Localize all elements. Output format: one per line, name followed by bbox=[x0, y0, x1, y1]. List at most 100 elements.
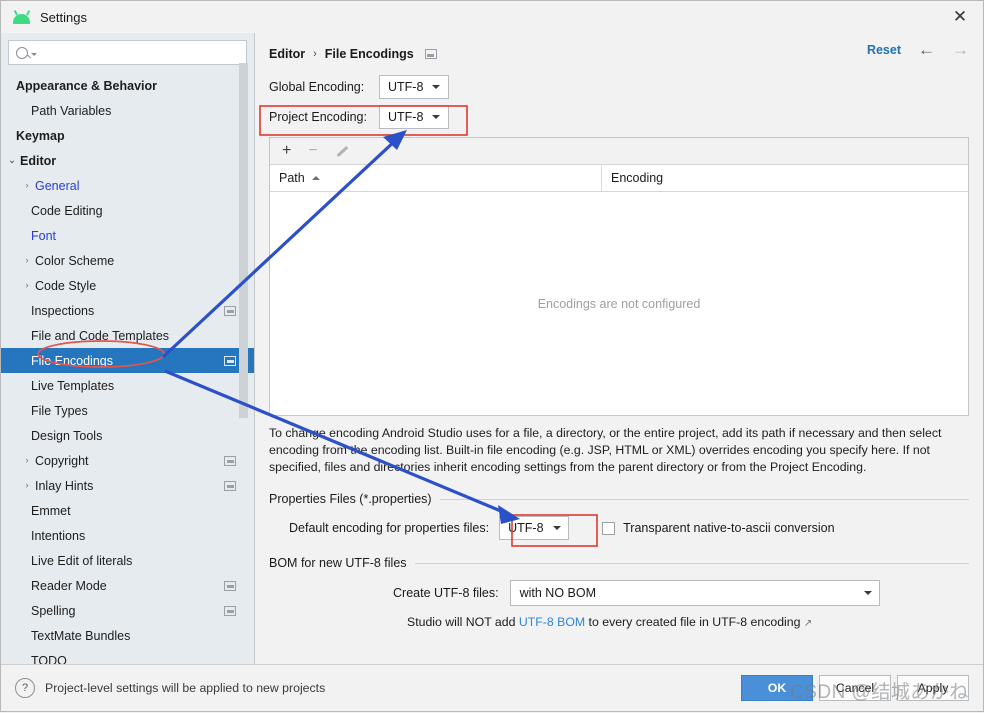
sidebar-item-label: File and Code Templates bbox=[31, 328, 170, 343]
sidebar-item-label: Live Edit of literals bbox=[31, 553, 133, 568]
nav-forward-icon[interactable]: → bbox=[952, 41, 969, 58]
sidebar-item-label: Inspections bbox=[31, 303, 95, 318]
help-icon[interactable]: ? bbox=[15, 678, 35, 698]
close-icon[interactable]: ✕ bbox=[937, 1, 983, 33]
ok-button[interactable]: OK bbox=[741, 675, 813, 701]
sidebar-item-label: Editor bbox=[20, 153, 57, 168]
sidebar-item-reader-mode[interactable]: Reader Mode bbox=[1, 573, 254, 598]
sidebar-item-file-encodings[interactable]: File Encodings bbox=[1, 348, 254, 373]
footer-note: Project-level settings will be applied t… bbox=[45, 681, 326, 695]
create-utf8-value: with NO BOM bbox=[519, 586, 596, 600]
sidebar-item-design-tools[interactable]: Design Tools bbox=[1, 423, 254, 448]
sidebar-item-emmet[interactable]: Emmet bbox=[1, 498, 254, 523]
chevron-down-icon[interactable]: ⌄ bbox=[4, 156, 20, 165]
create-utf8-label: Create UTF-8 files: bbox=[393, 586, 499, 600]
sidebar-item-inspections[interactable]: Inspections bbox=[1, 298, 254, 323]
cancel-button[interactable]: Cancel bbox=[819, 675, 891, 701]
footer-buttons: OK Cancel Apply bbox=[741, 675, 969, 701]
chevron-right-icon[interactable]: › bbox=[19, 181, 35, 190]
sidebar-item-code-editing[interactable]: Code Editing bbox=[1, 198, 254, 223]
sidebar-item-color-scheme[interactable]: › Color Scheme bbox=[1, 248, 254, 273]
properties-files-group-title: Properties Files (*.properties) bbox=[269, 492, 969, 506]
search-input[interactable] bbox=[8, 40, 247, 65]
sidebar-item-editor[interactable]: ⌄ Editor bbox=[1, 148, 254, 173]
project-encoding-label: Project Encoding: bbox=[269, 110, 367, 124]
sidebar-item-file-and-code-templates[interactable]: File and Code Templates bbox=[1, 323, 254, 348]
sidebar-item-copyright[interactable]: › Copyright bbox=[1, 448, 254, 473]
breadcrumb: Editor › File Encodings bbox=[269, 33, 969, 71]
breadcrumb-parent[interactable]: Editor bbox=[269, 47, 305, 61]
chevron-down-icon bbox=[432, 115, 441, 119]
sidebar-item-font[interactable]: Font bbox=[1, 223, 254, 248]
properties-default-encoding-label: Default encoding for properties files: bbox=[289, 521, 490, 535]
add-icon[interactable]: + bbox=[282, 143, 291, 159]
panel-top-actions: Reset ← → bbox=[867, 41, 969, 58]
sidebar-item-label: Copyright bbox=[35, 453, 89, 468]
properties-default-encoding-row: Default encoding for properties files: U… bbox=[269, 516, 969, 540]
bom-group-title: BOM for new UTF-8 files bbox=[269, 556, 969, 570]
sidebar-item-label: TODO bbox=[31, 653, 67, 665]
sidebar-item-live-edit-of-literals[interactable]: Live Edit of literals bbox=[1, 548, 254, 573]
project-scope-icon bbox=[224, 580, 236, 591]
create-utf8-dropdown[interactable]: with NO BOM bbox=[509, 580, 880, 606]
sidebar-item-code-style[interactable]: › Code Style bbox=[1, 273, 254, 298]
external-link-icon: ↗ bbox=[803, 618, 813, 629]
chevron-right-icon[interactable]: › bbox=[19, 481, 35, 490]
project-encoding-row: Project Encoding: UTF-8 bbox=[269, 103, 969, 131]
project-scope-icon bbox=[224, 305, 236, 316]
utf8-bom-link[interactable]: UTF-8 BOM bbox=[519, 615, 585, 629]
sidebar-item-label: Color Scheme bbox=[35, 253, 115, 268]
sidebar-scrollbar[interactable] bbox=[239, 63, 248, 418]
global-encoding-row: Global Encoding: UTF-8 bbox=[269, 73, 969, 101]
chevron-right-icon[interactable]: › bbox=[19, 456, 35, 465]
global-encoding-dropdown[interactable]: UTF-8 bbox=[379, 75, 449, 99]
encodings-help-text: To change encoding Android Studio uses f… bbox=[269, 426, 942, 474]
transparent-ascii-checkbox[interactable] bbox=[602, 521, 616, 535]
group-divider bbox=[414, 562, 969, 564]
chevron-down-icon bbox=[31, 53, 37, 56]
table-toolbar: + − bbox=[270, 138, 968, 165]
file-encodings-panel: Editor › File Encodings Reset ← → Global… bbox=[255, 33, 983, 664]
sidebar-item-path-variables[interactable]: Path Variables bbox=[1, 98, 254, 123]
reset-link[interactable]: Reset bbox=[867, 43, 901, 57]
sidebar-item-textmate-bundles[interactable]: TextMate Bundles bbox=[1, 623, 254, 648]
breadcrumb-current: File Encodings bbox=[324, 47, 414, 61]
sidebar-item-todo[interactable]: TODO bbox=[1, 648, 254, 665]
sidebar-item-appearance-behavior[interactable]: Appearance & Behavior bbox=[1, 73, 254, 98]
sidebar-item-spelling[interactable]: Spelling bbox=[1, 598, 254, 623]
android-logo-icon bbox=[13, 10, 31, 24]
settings-window: Settings ✕ Appearance & Behavior Path Var… bbox=[0, 0, 984, 712]
column-header-path[interactable]: Path bbox=[270, 165, 602, 191]
sidebar-item-general[interactable]: › General bbox=[1, 173, 254, 198]
sidebar-item-file-types[interactable]: File Types bbox=[1, 398, 254, 423]
sidebar-item-keymap[interactable]: Keymap bbox=[1, 123, 254, 148]
dialog-footer: ? Project-level settings will be applied… bbox=[1, 664, 983, 711]
chevron-right-icon[interactable]: › bbox=[19, 256, 35, 265]
sidebar-item-live-templates[interactable]: Live Templates bbox=[1, 373, 254, 398]
bom-note-suffix: to every created file in UTF-8 encoding bbox=[585, 615, 801, 629]
pencil-icon bbox=[335, 145, 348, 158]
properties-default-encoding-dropdown[interactable]: UTF-8 bbox=[499, 516, 570, 540]
sidebar-item-label: TextMate Bundles bbox=[31, 628, 131, 643]
global-encoding-label: Global Encoding: bbox=[269, 80, 365, 94]
sidebar-item-intentions[interactable]: Intentions bbox=[1, 523, 254, 548]
sidebar-item-inlay-hints[interactable]: › Inlay Hints bbox=[1, 473, 254, 498]
nav-back-icon[interactable]: ← bbox=[918, 41, 935, 58]
table-header-row: Path Encoding bbox=[270, 165, 968, 192]
sort-ascending-icon bbox=[311, 176, 320, 180]
transparent-ascii-label: Transparent native-to-ascii conversion bbox=[623, 521, 835, 535]
title-bar: Settings ✕ bbox=[1, 1, 983, 33]
chevron-down-icon bbox=[552, 526, 561, 530]
properties-files-group: Properties Files (*.properties) Default … bbox=[269, 492, 969, 540]
properties-default-encoding-value: UTF-8 bbox=[508, 521, 544, 535]
sidebar-item-label: Font bbox=[31, 228, 57, 243]
sidebar-item-label: Code Style bbox=[35, 278, 97, 293]
chevron-down-icon bbox=[432, 85, 441, 89]
apply-button[interactable]: Apply bbox=[897, 675, 969, 701]
sidebar-item-label: Appearance & Behavior bbox=[16, 78, 158, 93]
sidebar-item-label: Emmet bbox=[31, 503, 71, 518]
chevron-right-icon[interactable]: › bbox=[19, 281, 35, 290]
sidebar-item-label: Keymap bbox=[16, 128, 65, 143]
column-header-encoding[interactable]: Encoding bbox=[602, 165, 663, 191]
project-encoding-dropdown[interactable]: UTF-8 bbox=[379, 105, 449, 129]
